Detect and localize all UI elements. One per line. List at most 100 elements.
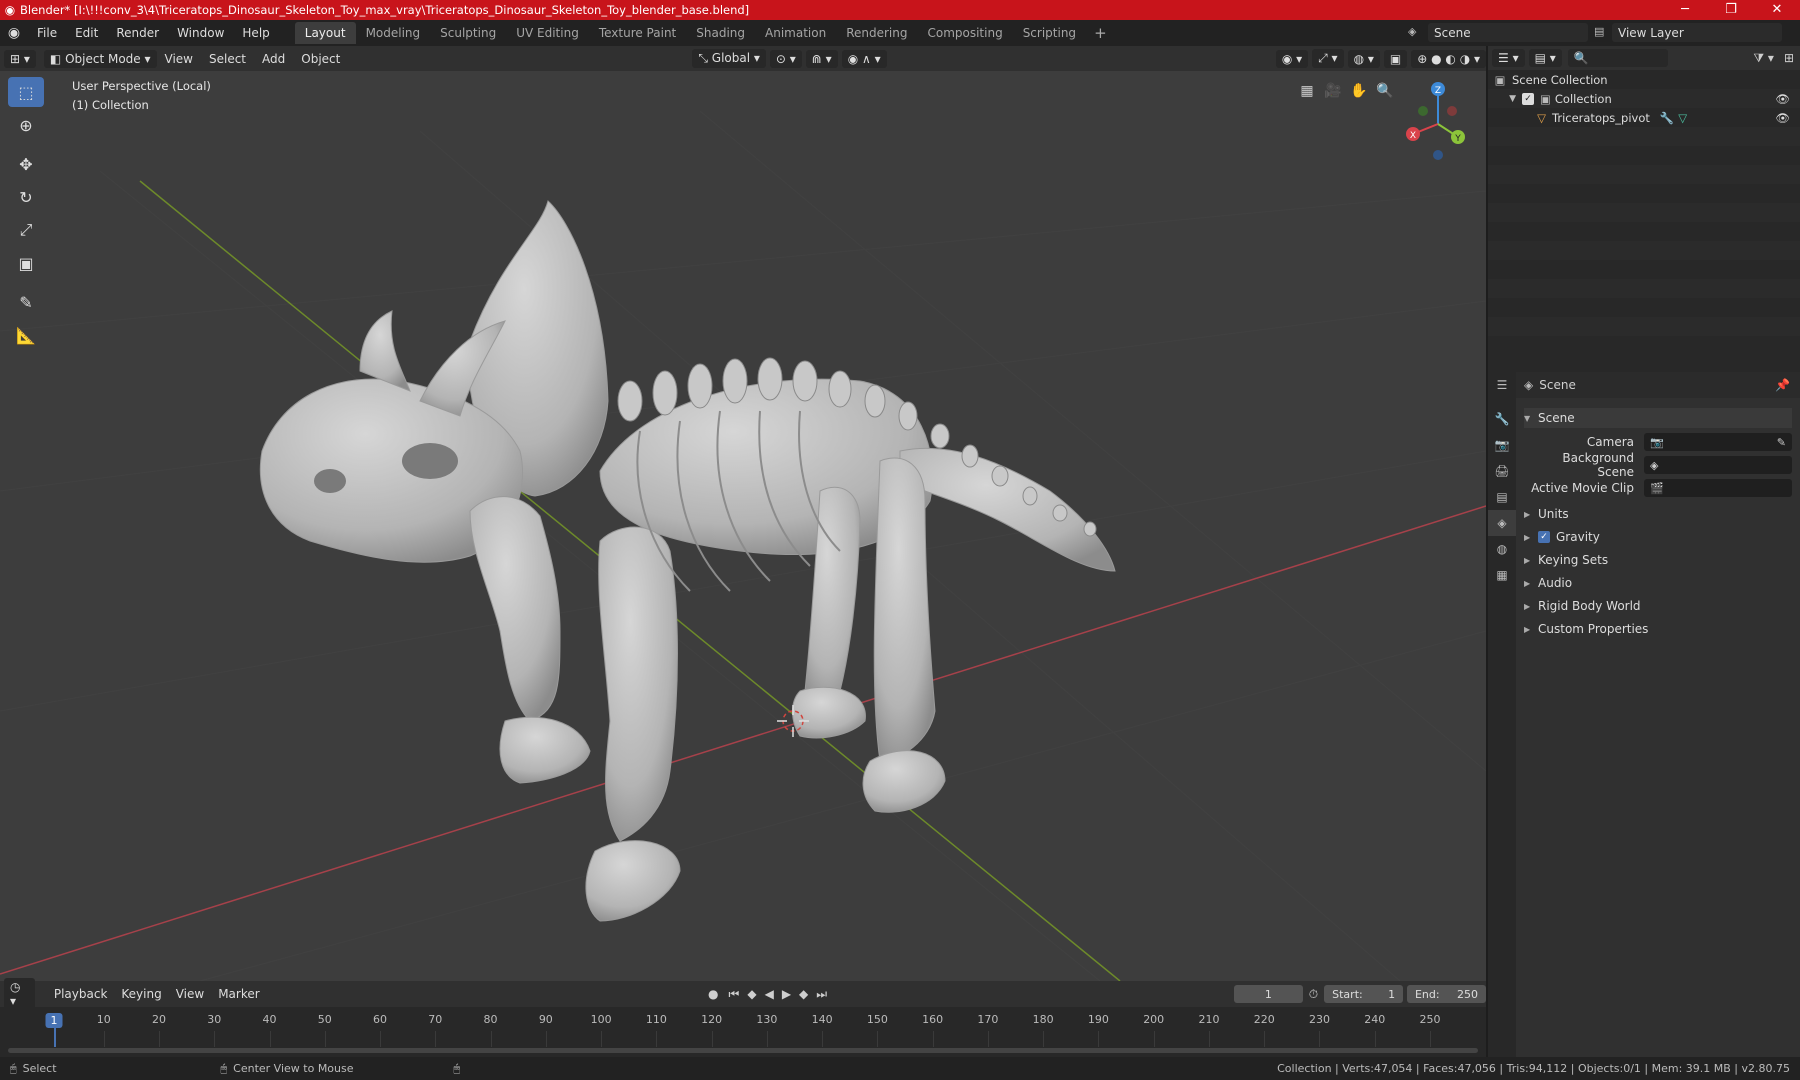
timeline-scrollbar[interactable] xyxy=(8,1048,1478,1053)
start-frame-field[interactable]: Start: 1 xyxy=(1324,985,1404,1003)
menu-add[interactable]: Add xyxy=(254,52,293,66)
tab-scripting[interactable]: Scripting xyxy=(1013,22,1086,44)
movie-clip-field[interactable]: 🎬 xyxy=(1644,479,1792,497)
output-tab-icon[interactable]: 🖨 xyxy=(1488,458,1516,484)
pivot-point-dropdown[interactable]: ⊙ ▾ xyxy=(769,49,802,68)
mesh-data-icon[interactable]: ▽ xyxy=(1678,111,1687,125)
scene-panel-header[interactable]: ▼ Scene xyxy=(1524,408,1792,428)
play-icon[interactable]: ▶ xyxy=(778,987,795,1001)
pin-icon[interactable]: 📌 xyxy=(1775,378,1790,392)
outliner-editor-type-icon[interactable]: ☰ ▾ xyxy=(1492,49,1525,67)
tab-layout[interactable]: Layout xyxy=(294,22,356,44)
timeline-ruler[interactable]: 1 10 20 30 40 50 60 70 80 90 100 110 120 130 140 150 160… xyxy=(0,1007,1486,1057)
menu-playback[interactable]: Playback xyxy=(47,987,115,1001)
jump-end-icon[interactable]: ⏭ xyxy=(812,987,831,1002)
background-scene-field[interactable]: ◈ xyxy=(1644,456,1792,474)
snap-toggle[interactable]: ⋒ ▾ xyxy=(805,49,838,68)
cursor-tool-icon[interactable]: ⊕ xyxy=(8,110,44,140)
menu-object[interactable]: Object xyxy=(293,52,348,66)
menu-select[interactable]: Select xyxy=(201,52,254,66)
menu-file[interactable]: File xyxy=(28,26,66,40)
triceratops-skeleton-model[interactable] xyxy=(259,200,1116,922)
camera-field[interactable]: 📷 ✎ xyxy=(1644,433,1792,451)
outliner-row-scene-collection[interactable]: ▣ Scene Collection xyxy=(1488,70,1800,89)
maximize-button[interactable]: ❐ xyxy=(1708,0,1754,20)
zoom-icon[interactable]: 🔍 xyxy=(1372,79,1398,103)
menu-marker[interactable]: Marker xyxy=(211,987,266,1001)
rotate-tool-icon[interactable]: ↻ xyxy=(8,182,44,212)
editor-type-button[interactable]: ⊞ ▾ xyxy=(4,49,36,68)
timeline-editor-type-icon[interactable]: ◷ ▾ xyxy=(4,978,36,1010)
move-tool-icon[interactable]: ✥ xyxy=(8,149,44,179)
annotate-tool-icon[interactable]: ✎ xyxy=(8,287,44,317)
outliner-row-triceratops-pivot[interactable]: ▽ Triceratops_pivot 🔧 ▽ 👁 xyxy=(1488,108,1800,127)
outliner-search-input[interactable]: 🔍 xyxy=(1567,49,1668,67)
prev-key-icon[interactable]: ◆ xyxy=(743,987,760,1001)
record-icon[interactable]: ● xyxy=(702,987,724,1001)
proportional-edit-toggle[interactable]: ◉ ∧ ▾ xyxy=(841,49,887,68)
rigid-body-world-panel[interactable]: ▶ Rigid Body World xyxy=(1524,596,1792,616)
expand-arrow-icon[interactable]: ▼ xyxy=(1488,94,1516,104)
scene-selector[interactable]: Scene xyxy=(1428,23,1588,42)
collection-visibility-eye-icon[interactable]: 👁 xyxy=(1775,92,1790,106)
collection-checkbox[interactable]: ✓ xyxy=(1522,92,1534,105)
add-workspace-button[interactable]: + xyxy=(1086,24,1115,42)
shading-mode-buttons[interactable]: ⊕ ● ◐ ◑ ▾ xyxy=(1411,49,1486,68)
view-layer-selector[interactable]: View Layer xyxy=(1612,23,1782,42)
jump-start-icon[interactable]: ⏮ xyxy=(725,987,744,1002)
menu-timeline-view[interactable]: View xyxy=(169,987,211,1001)
current-frame-field[interactable]: 1 xyxy=(1234,985,1303,1003)
menu-view[interactable]: View xyxy=(157,52,201,66)
modifier-wrench-icon[interactable]: 🔧 xyxy=(1660,111,1674,125)
world-tab-icon[interactable]: ◍ xyxy=(1488,536,1516,562)
outliner-row-collection[interactable]: ▼ ✓ ▣ Collection 👁 xyxy=(1488,89,1800,108)
play-reverse-icon[interactable]: ◀ xyxy=(761,987,778,1001)
tab-modeling[interactable]: Modeling xyxy=(356,22,431,44)
tab-shading[interactable]: Shading xyxy=(686,22,755,44)
measure-tool-icon[interactable]: 📐 xyxy=(8,320,44,350)
select-box-tool-icon[interactable]: ⬚ xyxy=(8,77,44,107)
minimize-button[interactable]: ─ xyxy=(1662,0,1708,20)
close-button[interactable]: ✕ xyxy=(1754,0,1800,20)
filter-icon[interactable]: ⧩ ▾ xyxy=(1749,51,1778,66)
next-key-icon[interactable]: ◆ xyxy=(795,987,812,1001)
scene-tab-icon[interactable]: ◈ xyxy=(1488,510,1516,536)
view-layer-tab-icon[interactable]: ▤ xyxy=(1488,484,1516,510)
gravity-panel[interactable]: ▶ ✓ Gravity xyxy=(1524,527,1792,547)
new-collection-icon[interactable]: ⊞ xyxy=(1778,51,1800,65)
tab-sculpting[interactable]: Sculpting xyxy=(430,22,506,44)
units-panel[interactable]: ▶ Units xyxy=(1524,504,1792,524)
object-mode-dropdown[interactable]: ◧ Object Mode ▾ xyxy=(43,49,157,68)
3d-viewport[interactable]: Z X Y User Perspective (Local) (1) Colle… xyxy=(0,71,1486,981)
grid-view-icon[interactable]: ▦ xyxy=(1294,79,1320,103)
gizmo-toggle[interactable]: ⤢ ▾ xyxy=(1312,49,1344,68)
menu-edit[interactable]: Edit xyxy=(66,26,107,40)
overlay-toggle[interactable]: ◍ ▾ xyxy=(1347,49,1380,68)
custom-properties-panel[interactable]: ▶ Custom Properties xyxy=(1524,619,1792,639)
tab-rendering[interactable]: Rendering xyxy=(836,22,917,44)
end-frame-field[interactable]: End: 250 xyxy=(1406,985,1486,1003)
blender-menu-icon[interactable]: ◉ xyxy=(0,25,28,41)
tab-compositing[interactable]: Compositing xyxy=(917,22,1012,44)
pan-hand-icon[interactable]: ✋ xyxy=(1346,79,1372,103)
menu-window[interactable]: Window xyxy=(168,26,233,40)
navigation-gizmo[interactable]: Z X Y xyxy=(1406,82,1465,160)
gravity-checkbox[interactable]: ✓ xyxy=(1538,531,1550,543)
render-tab-icon[interactable]: 📷 xyxy=(1488,432,1516,458)
transform-tool-icon[interactable]: ▣ xyxy=(8,248,44,278)
transform-orientation-dropdown[interactable]: ⤡ Global ▾ xyxy=(692,49,766,68)
properties-editor-type-icon[interactable]: ☰ xyxy=(1488,372,1516,406)
tool-tab-icon[interactable]: 🔧 xyxy=(1488,406,1516,432)
tab-uv-editing[interactable]: UV Editing xyxy=(506,22,589,44)
xray-toggle[interactable]: ▣ xyxy=(1383,49,1408,68)
timeline-current-frame-marker[interactable]: 1 xyxy=(45,1013,63,1028)
menu-keying[interactable]: Keying xyxy=(114,987,168,1001)
eyedropper-icon[interactable]: ✎ xyxy=(1777,436,1792,449)
tab-animation[interactable]: Animation xyxy=(755,22,836,44)
texture-tab-icon[interactable]: ▦ xyxy=(1488,562,1516,588)
menu-render[interactable]: Render xyxy=(107,26,168,40)
scale-tool-icon[interactable]: ⤢ xyxy=(8,215,44,245)
visibility-dropdown[interactable]: ◉ ▾ xyxy=(1275,49,1309,68)
stopwatch-icon[interactable]: ⏱ xyxy=(1303,987,1324,1002)
view-layer-icon[interactable]: ▤ xyxy=(1594,25,1604,38)
